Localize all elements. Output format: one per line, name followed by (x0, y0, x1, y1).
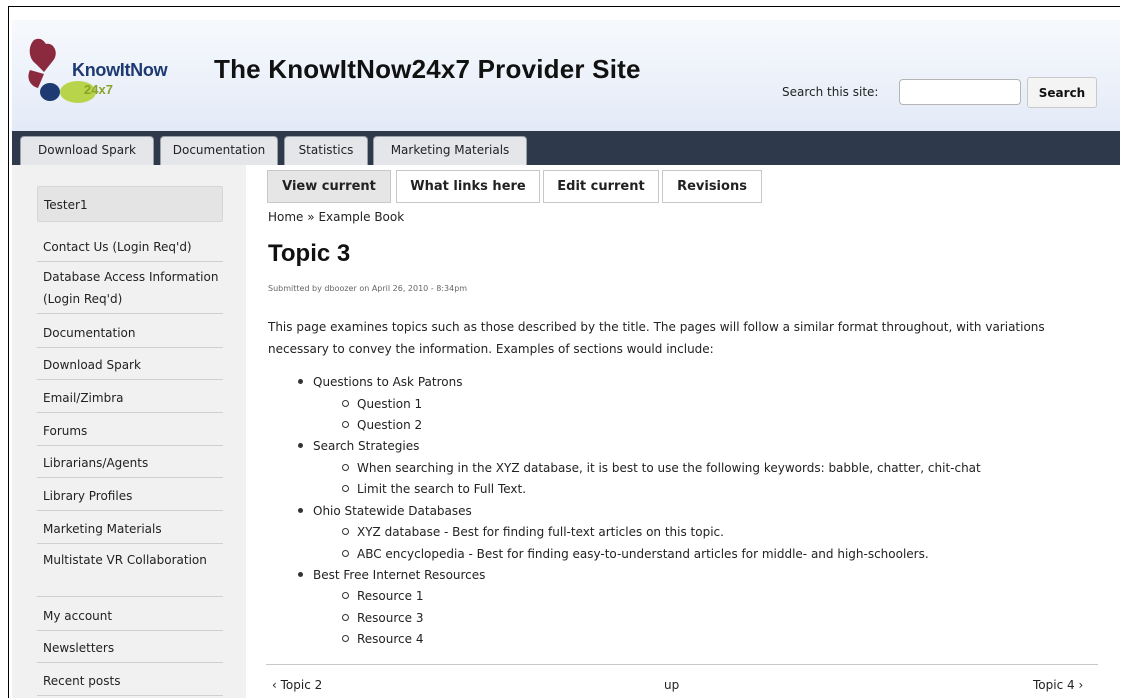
logo-text-bottom: 24x7 (84, 82, 113, 97)
tab-revisions[interactable]: Revisions (662, 170, 762, 203)
bullet-circle-icon (342, 464, 349, 471)
list-subitem-label: XYZ database - Best for finding full-tex… (357, 525, 724, 539)
bullet-circle-icon (342, 528, 349, 535)
submitted-by: Submitted by dboozer on April 26, 2010 -… (268, 284, 468, 293)
list-item-label: Best Free Internet Resources (313, 568, 486, 582)
tab-statistics[interactable]: Statistics (284, 136, 368, 165)
list-subitem-label: Question 2 (357, 418, 423, 432)
breadcrumb: Home » Example Book (268, 210, 404, 224)
search-input[interactable] (899, 79, 1021, 105)
sidebar-item-my-account[interactable]: My account (37, 605, 223, 631)
tab-marketing-materials[interactable]: Marketing Materials (373, 136, 527, 165)
bullet-circle-icon (342, 550, 349, 557)
list-item-label: Ohio Statewide Databases (313, 504, 472, 518)
pager-next-link[interactable]: Topic 4 › (1033, 678, 1083, 692)
list-subitem-label: Limit the search to Full Text. (357, 482, 527, 496)
list-subitem-label: ABC encyclopedia - Best for finding easy… (357, 547, 929, 561)
breadcrumb-book-link[interactable]: Example Book (318, 210, 404, 224)
tab-what-links-here[interactable]: What links here (396, 170, 540, 203)
list-item-label: Questions to Ask Patrons (313, 375, 463, 389)
bullet-dot-icon (298, 443, 303, 448)
sidebar-item-database-access[interactable]: Database Access Information (Login Req'd… (37, 266, 223, 314)
sidebar-item-librarians-agents[interactable]: Librarians/Agents (37, 452, 223, 478)
bullet-circle-icon (342, 485, 349, 492)
search-label: Search this site: (782, 85, 879, 99)
bullet-dot-icon (298, 508, 303, 513)
tab-view-current[interactable]: View current (267, 170, 391, 203)
tab-documentation[interactable]: Documentation (160, 136, 278, 165)
sidebar-item-multistate-vr[interactable]: Multistate VR Collaboration (37, 549, 223, 597)
intro-paragraph: This page examines topics such as those … (268, 320, 1045, 356)
bullet-circle-icon (342, 400, 349, 407)
tab-edit-current[interactable]: Edit current (543, 170, 659, 203)
search-button[interactable]: Search (1027, 77, 1097, 108)
bullet-dot-icon (298, 572, 303, 577)
site-title[interactable]: The KnowItNow24x7 Provider Site (214, 54, 641, 85)
list-subitem-label: When searching in the XYZ database, it i… (357, 461, 981, 475)
sidebar-user-block[interactable]: Tester1 (37, 186, 223, 222)
sidebar-item-newsletters[interactable]: Newsletters (37, 637, 223, 663)
page-title: Topic 3 (268, 240, 351, 267)
sidebar-item-email-zimbra[interactable]: Email/Zimbra (37, 387, 223, 413)
bullet-circle-icon (342, 635, 349, 642)
bullet-circle-icon (342, 614, 349, 621)
sidebar-item-documentation[interactable]: Documentation (37, 322, 223, 348)
list-subitem-label: Question 1 (357, 397, 423, 411)
sidebar-item-recent-posts[interactable]: Recent posts (37, 670, 223, 696)
sidebar-item-library-profiles[interactable]: Library Profiles (37, 485, 223, 511)
list-subitem-label: Resource 1 (357, 589, 424, 603)
logo-text-top: KnowItNow (72, 60, 168, 80)
tab-download-spark[interactable]: Download Spark (20, 136, 154, 165)
sidebar-item-forums[interactable]: Forums (37, 420, 223, 446)
sidebar-item-contact-us[interactable]: Contact Us (Login Req'd) (37, 236, 223, 262)
pager-up-link[interactable]: up (664, 678, 679, 692)
bullet-circle-icon (342, 421, 349, 428)
pager-divider (266, 664, 1098, 665)
sidebar-item-marketing-materials[interactable]: Marketing Materials (37, 518, 223, 544)
list-subitem-label: Resource 4 (357, 632, 424, 646)
sidebar-item-download-spark[interactable]: Download Spark (37, 354, 223, 380)
list-subitem-label: Resource 3 (357, 611, 424, 625)
breadcrumb-separator: » (307, 210, 315, 224)
list-item-label: Search Strategies (313, 439, 420, 453)
pager-prev-link[interactable]: ‹ Topic 2 (272, 678, 322, 692)
bullet-circle-icon (342, 592, 349, 599)
breadcrumb-home-link[interactable]: Home (268, 210, 303, 224)
bullet-dot-icon (298, 379, 303, 384)
